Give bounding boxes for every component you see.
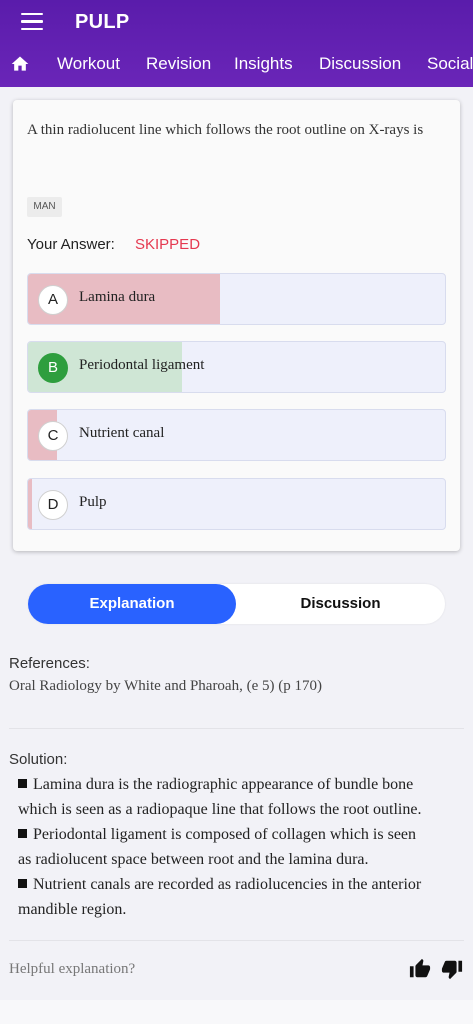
option-c-letter: C [38,421,68,451]
option-b[interactable]: B Periodontal ligament [27,341,446,393]
option-d-letter: D [38,490,68,520]
bottom-area [0,1000,473,1024]
your-answer-status: SKIPPED [135,236,201,253]
solution-line: mandible region. [18,901,127,918]
helpful-prompt: Helpful explanation? [9,961,136,977]
option-a-letter: A [38,285,68,315]
explanation-tab-button[interactable]: Explanation [28,584,236,624]
tab-social[interactable]: Social [427,54,473,74]
tab-discussion[interactable]: Discussion [319,54,401,74]
top-nav: Workout Revision Insights Discussion Soc… [0,44,473,84]
bullet-square-icon [18,779,27,788]
thumbs-down-icon[interactable] [441,958,463,980]
bullet-square-icon [18,829,27,838]
page-title: PULP [75,11,130,33]
tab-revision[interactable]: Revision [146,54,211,74]
solution-line: which is seen as a radiopaque line that … [18,801,422,818]
app-header: PULP Workout Revision Insights Discussio… [0,0,473,87]
question-card: A thin radiolucent line which follows th… [13,100,460,551]
thumbs-up-icon[interactable] [409,958,431,980]
divider [9,728,464,729]
option-a-text: Lamina dura [79,289,156,305]
solution-line: Periodontal ligament is composed of coll… [18,822,468,847]
solution-line: Lamina dura is the radiographic appearan… [18,772,468,797]
option-c[interactable]: C Nutrient canal [27,409,446,461]
option-a[interactable]: A Lamina dura [27,273,446,325]
references-heading: References: [9,655,90,672]
option-d-text: Pulp [79,494,107,510]
option-d[interactable]: D Pulp [27,478,446,530]
your-answer-label: Your Answer: [27,236,115,253]
subject-tag: MAN [27,197,62,217]
hamburger-menu-icon[interactable] [21,13,43,31]
discussion-tab-button[interactable]: Discussion [236,584,445,624]
explanation-discussion-toggle: Explanation Discussion [28,584,445,624]
question-text: A thin radiolucent line which follows th… [27,122,424,138]
solution-heading: Solution: [9,751,68,768]
option-d-response-bar [28,479,33,529]
option-b-letter: B [38,353,68,383]
tab-workout[interactable]: Workout [57,54,120,74]
option-c-text: Nutrient canal [79,425,165,441]
option-b-text: Periodontal ligament [79,357,205,373]
tab-insights[interactable]: Insights [234,54,293,74]
solution-line: Nutrient canals are recorded as radioluc… [18,872,468,897]
divider [9,940,464,941]
solution-line: as radiolucent space between root and th… [18,851,369,868]
home-icon[interactable] [10,54,30,74]
bullet-square-icon [18,879,27,888]
reference-text: Oral Radiology by White and Pharoah, (e … [9,678,322,694]
